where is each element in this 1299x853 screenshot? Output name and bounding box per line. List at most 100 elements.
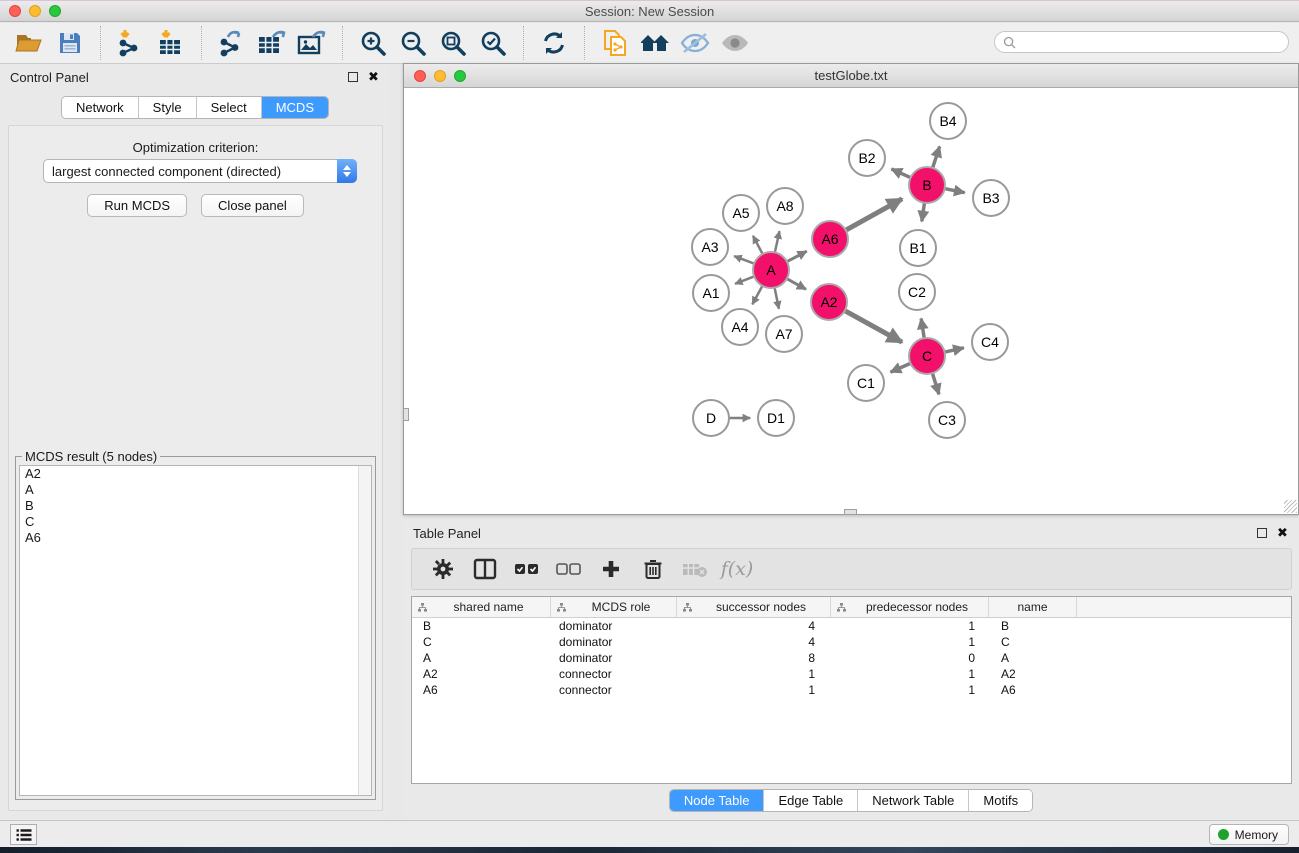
splitter-grip-bottom[interactable]	[844, 509, 857, 515]
column-header-name[interactable]: name	[989, 597, 1077, 617]
graph-node-B[interactable]: B	[908, 166, 946, 204]
zoom-in-icon[interactable]	[353, 27, 393, 59]
graph-node-A5[interactable]: A5	[722, 194, 760, 232]
result-list-item[interactable]: B	[20, 498, 371, 514]
tab-node-table[interactable]: Node Table	[670, 790, 765, 811]
select-all-columns-icon[interactable]	[508, 553, 546, 585]
graph-node-C3[interactable]: C3	[928, 401, 966, 439]
graph-node-C[interactable]: C	[908, 337, 946, 375]
column-header-predecessor-nodes[interactable]: predecessor nodes	[831, 597, 989, 617]
search-input[interactable]	[1021, 35, 1288, 49]
zoom-fit-icon[interactable]	[433, 27, 473, 59]
table-row[interactable]: Cdominator41C	[412, 634, 1291, 650]
hide-others-icon[interactable]	[675, 27, 715, 59]
result-scrollbar[interactable]	[358, 466, 371, 795]
graph-node-A6[interactable]: A6	[811, 220, 849, 258]
run-mcds-button[interactable]: Run MCDS	[87, 194, 187, 217]
tab-style[interactable]: Style	[139, 97, 197, 118]
table-cell[interactable]: 4	[677, 618, 831, 634]
close-table-panel-icon[interactable]: ✖	[1276, 527, 1289, 540]
table-cell[interactable]: B	[989, 618, 1077, 634]
graph-node-B1[interactable]: B1	[899, 229, 937, 267]
export-table-icon[interactable]	[252, 27, 292, 59]
table-cell[interactable]: 0	[831, 650, 989, 666]
splitter-grip-left[interactable]	[403, 408, 409, 421]
graph-node-C2[interactable]: C2	[898, 273, 936, 311]
open-session-icon[interactable]	[10, 27, 50, 59]
deselect-all-columns-icon[interactable]	[550, 553, 588, 585]
table-row[interactable]: Bdominator41B	[412, 618, 1291, 634]
search-field[interactable]	[994, 31, 1289, 53]
mcds-result-list[interactable]: A2ABCA6	[19, 465, 372, 796]
criterion-dropdown[interactable]: largest connected component (directed)	[43, 159, 357, 183]
edge-A-A4[interactable]	[752, 284, 763, 304]
delete-table-icon[interactable]	[676, 553, 714, 585]
edge-A2-C[interactable]	[843, 310, 902, 343]
edge-C-C4[interactable]	[943, 348, 964, 353]
column-header-successor-nodes[interactable]: successor nodes	[677, 597, 831, 617]
graph-node-A7[interactable]: A7	[765, 315, 803, 353]
table-cell[interactable]: A6	[989, 682, 1077, 698]
function-builder-icon[interactable]: f(x)	[718, 553, 756, 585]
float-table-panel-icon[interactable]	[1255, 527, 1268, 540]
edge-B-B3[interactable]	[943, 188, 965, 192]
export-network-icon[interactable]	[212, 27, 252, 59]
network-from-file-icon[interactable]	[595, 27, 635, 59]
close-panel-icon[interactable]: ✖	[367, 71, 380, 84]
table-cell[interactable]: A	[412, 650, 551, 666]
tab-edge-table[interactable]: Edge Table	[764, 790, 858, 811]
export-image-icon[interactable]	[292, 27, 332, 59]
zoom-out-icon[interactable]	[393, 27, 433, 59]
split-columns-icon[interactable]	[466, 553, 504, 585]
table-cell[interactable]: A6	[412, 682, 551, 698]
table-settings-icon[interactable]	[424, 553, 462, 585]
graph-node-B3[interactable]: B3	[972, 179, 1010, 217]
edge-C-C3[interactable]	[932, 371, 939, 394]
table-row[interactable]: Adominator80A	[412, 650, 1291, 666]
graph-node-A3[interactable]: A3	[691, 228, 729, 266]
table-cell[interactable]: A2	[412, 666, 551, 682]
table-cell[interactable]: 1	[677, 666, 831, 682]
table-row[interactable]: A2connector11A2	[412, 666, 1291, 682]
show-all-icon[interactable]	[715, 27, 755, 59]
table-cell[interactable]: 4	[677, 634, 831, 650]
table-cell[interactable]: B	[412, 618, 551, 634]
result-list-item[interactable]: A2	[20, 466, 371, 482]
table-cell[interactable]: C	[412, 634, 551, 650]
graph-node-C1[interactable]: C1	[847, 364, 885, 402]
result-list-item[interactable]: A	[20, 482, 371, 498]
network-canvas[interactable]: B4B2BB3A5A8A6B1A3AC2A1A2A4A7C4CC1C3DD1	[404, 89, 1298, 514]
table-cell[interactable]: connector	[551, 682, 677, 698]
tab-motifs[interactable]: Motifs	[969, 790, 1032, 811]
edge-A-A6[interactable]	[785, 251, 807, 262]
table-cell[interactable]: connector	[551, 666, 677, 682]
graph-node-D1[interactable]: D1	[757, 399, 795, 437]
table-cell[interactable]: 1	[831, 618, 989, 634]
result-list-item[interactable]: C	[20, 514, 371, 530]
tab-network[interactable]: Network	[62, 97, 139, 118]
table-row[interactable]: A6connector11A6	[412, 682, 1291, 698]
home-layout-icon[interactable]	[635, 27, 675, 59]
graph-node-A[interactable]: A	[752, 251, 790, 289]
table-cell[interactable]: C	[989, 634, 1077, 650]
import-table-icon[interactable]	[151, 27, 191, 59]
edge-A-A2[interactable]	[785, 278, 806, 290]
graph-node-A1[interactable]: A1	[692, 274, 730, 312]
table-cell[interactable]: A	[989, 650, 1077, 666]
float-panel-icon[interactable]	[346, 71, 359, 84]
add-column-icon[interactable]	[592, 553, 630, 585]
table-cell[interactable]: A2	[989, 666, 1077, 682]
network-window-titlebar[interactable]: testGlobe.txt	[404, 64, 1298, 88]
graph-node-B2[interactable]: B2	[848, 139, 886, 177]
tab-network-table[interactable]: Network Table	[858, 790, 969, 811]
table-cell[interactable]: 1	[677, 682, 831, 698]
refresh-view-icon[interactable]	[534, 27, 574, 59]
table-cell[interactable]: 8	[677, 650, 831, 666]
close-panel-button[interactable]: Close panel	[201, 194, 304, 217]
graph-node-A8[interactable]: A8	[766, 187, 804, 225]
table-cell[interactable]: 1	[831, 634, 989, 650]
table-cell[interactable]: dominator	[551, 634, 677, 650]
result-list-item[interactable]: A6	[20, 530, 371, 546]
column-header-shared-name[interactable]: shared name	[412, 597, 551, 617]
table-cell[interactable]: dominator	[551, 618, 677, 634]
